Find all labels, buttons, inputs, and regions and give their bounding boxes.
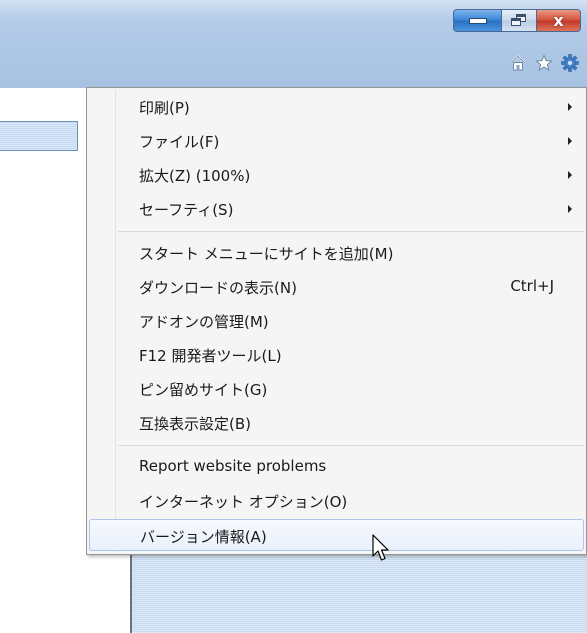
minimize-icon bbox=[468, 17, 487, 24]
menu-item-label: インターネット オプション(O) bbox=[139, 493, 348, 511]
menu-item-label: アドオンの管理(M) bbox=[139, 313, 269, 331]
minimize-button[interactable] bbox=[453, 9, 502, 32]
close-icon: x bbox=[553, 10, 564, 30]
menu-item-label: ピン留めサイト(G) bbox=[139, 381, 268, 399]
menu-item-label: ファイル(F) bbox=[139, 133, 220, 151]
submenu-arrow-icon bbox=[568, 171, 572, 179]
menu-item-label: F12 開発者ツール(L) bbox=[139, 347, 282, 365]
window-controls: x bbox=[453, 9, 581, 32]
close-button[interactable]: x bbox=[537, 9, 581, 32]
menu-item-g0-3[interactable]: セーフティ(S) bbox=[89, 193, 584, 225]
tools-gear-icon[interactable] bbox=[561, 54, 579, 72]
submenu-arrow-icon bbox=[568, 137, 572, 145]
menu-item-label: 互換表示設定(B) bbox=[139, 415, 251, 433]
menu-item-shortcut: Ctrl+J bbox=[510, 277, 554, 295]
mouse-cursor-icon bbox=[372, 534, 389, 561]
menu-item-g1-5[interactable]: 互換表示設定(B) bbox=[89, 407, 584, 439]
submenu-arrow-icon bbox=[568, 205, 572, 213]
favorites-star-icon[interactable] bbox=[535, 54, 553, 72]
submenu-arrow-icon bbox=[568, 103, 572, 111]
tools-menu: 印刷(P) ファイル(F) 拡大(Z) (100%) セーフティ(S) スタート メニュ… bbox=[86, 87, 587, 555]
menu-item-g0-2[interactable]: 拡大(Z) (100%) bbox=[89, 159, 584, 191]
tab-fragment[interactable] bbox=[0, 121, 78, 151]
menu-item-g2-0[interactable]: Report website problems bbox=[89, 451, 584, 483]
menu-item-g0-0[interactable]: 印刷(P) bbox=[89, 91, 584, 123]
restore-icon bbox=[511, 14, 527, 27]
menu-item-g1-1[interactable]: ダウンロードの表示(N) Ctrl+J bbox=[89, 271, 584, 303]
menu-item-label: ダウンロードの表示(N) bbox=[139, 279, 297, 297]
menu-item-g1-3[interactable]: F12 開発者ツール(L) bbox=[89, 339, 584, 371]
menu-item-g1-0[interactable]: スタート メニューにサイトを追加(M) bbox=[89, 237, 584, 269]
menu-item-label: バージョン情報(A) bbox=[140, 528, 267, 546]
menu-item-g1-4[interactable]: ピン留めサイト(G) bbox=[89, 373, 584, 405]
menu-item-g1-2[interactable]: アドオンの管理(M) bbox=[89, 305, 584, 337]
menu-item-label: セーフティ(S) bbox=[139, 201, 234, 219]
title-bar: x bbox=[0, 0, 587, 88]
menu-separator bbox=[118, 231, 584, 232]
menu-separator bbox=[118, 445, 584, 446]
home-icon[interactable] bbox=[509, 54, 527, 72]
menu-item-g2-1[interactable]: インターネット オプション(O) bbox=[89, 485, 584, 517]
menu-item-g0-1[interactable]: ファイル(F) bbox=[89, 125, 584, 157]
menu-item-label: Report website problems bbox=[139, 457, 327, 475]
menu-item-label: 拡大(Z) (100%) bbox=[139, 167, 251, 185]
menu-item-label: スタート メニューにサイトを追加(M) bbox=[139, 245, 394, 263]
restore-button[interactable] bbox=[502, 9, 537, 32]
screen: x 印刷(P) ファイル(F) 拡大(Z) (100%) セーフティ(S) スタ… bbox=[0, 0, 587, 633]
menu-item-label: 印刷(P) bbox=[139, 99, 190, 117]
menu-item-g2-2[interactable]: バージョン情報(A) bbox=[89, 519, 584, 551]
command-icons bbox=[509, 54, 579, 72]
